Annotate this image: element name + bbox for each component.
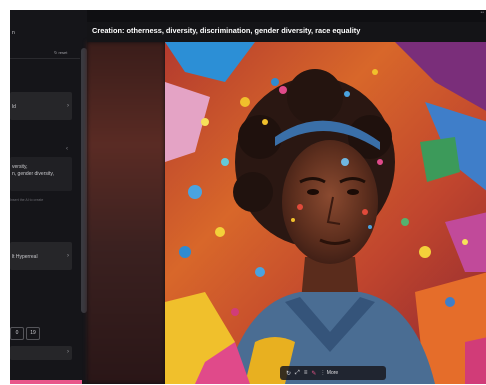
style-select-label: lt Hyperreal: [12, 254, 38, 260]
chevron-right-icon: ›: [67, 103, 69, 109]
prompt-line-2: n, gender diversity,: [12, 171, 54, 177]
generated-artwork: [165, 42, 486, 384]
value-box-a[interactable]: 0: [10, 327, 24, 340]
value-box-b[interactable]: 19: [26, 327, 40, 340]
more-button[interactable]: ⋮ More: [320, 370, 338, 376]
prompt-textarea[interactable]: versity, n, gender diversity,: [10, 157, 72, 191]
settings-panel: n ↻ reset ld › ‹ versity, n, gender dive…: [10, 10, 87, 384]
style-select[interactable]: lt Hyperreal ›: [10, 242, 72, 270]
extra-select[interactable]: ›: [10, 346, 72, 360]
image-title: Creation: otherness, diversity, discrimi…: [92, 26, 361, 35]
chevron-right-icon: ›: [67, 349, 69, 355]
prompt-hint: Insert the AI to create: [10, 198, 44, 202]
chevron-up-icon[interactable]: ‹: [66, 146, 68, 152]
app-window: n ↻ reset ld › ‹ versity, n, gender dive…: [10, 10, 486, 384]
chevron-right-icon: ›: [67, 253, 69, 259]
generate-button[interactable]: [10, 380, 82, 384]
prompt-line-1: versity,: [12, 164, 28, 170]
list-icon[interactable]: ≡: [304, 370, 308, 376]
image-toolbar: ↻ ⤢ ≡ ✎ ⋮ More: [280, 366, 386, 380]
model-select[interactable]: ld ›: [10, 92, 72, 120]
expand-icon[interactable]: ⤢: [295, 370, 300, 377]
panel-label: n: [12, 30, 15, 36]
window-controls[interactable]: ••: [480, 10, 484, 16]
reset-button[interactable]: ↻ reset: [54, 50, 67, 55]
rotate-icon[interactable]: ↻: [286, 370, 291, 377]
model-select-label: ld: [12, 104, 16, 110]
brush-icon[interactable]: ✎: [311, 370, 316, 377]
previous-image-blur: [87, 42, 165, 384]
divider: [10, 58, 80, 59]
